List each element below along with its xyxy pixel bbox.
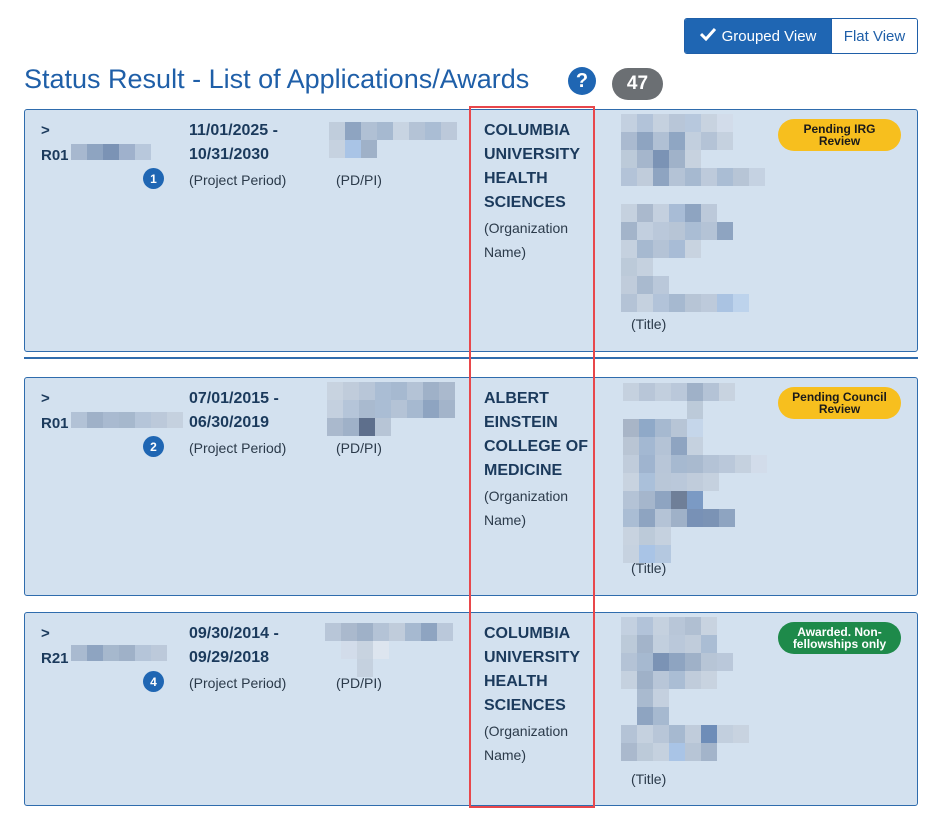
pd-pi-label: (PD/PI)	[336, 172, 382, 188]
redacted-grant-suffix	[71, 144, 151, 160]
flat-view-button[interactable]: Flat View	[831, 19, 917, 53]
result-count-badge: 47	[612, 68, 663, 100]
redacted-pd-pi	[329, 122, 457, 158]
application-card: > R21 4 09/30/2014 - 09/29/2018 (Project…	[24, 612, 918, 806]
project-start-date: 09/30/2014 -	[189, 625, 279, 642]
redacted-grant-suffix	[71, 412, 183, 428]
redacted-title	[623, 383, 767, 563]
project-period-label: (Project Period)	[189, 675, 287, 691]
expand-chevron-icon[interactable]: >	[41, 390, 50, 407]
redacted-pd-pi	[325, 623, 453, 677]
checkmark-icon	[699, 27, 716, 45]
grouped-view-label: Grouped View	[721, 27, 817, 45]
redacted-title	[621, 114, 765, 312]
page-title: Status Result - List of Applications/Awa…	[24, 64, 530, 94]
application-card: > R01 2 07/01/2015 - 06/30/2019 (Project…	[24, 377, 918, 596]
grant-number[interactable]: R01	[41, 415, 69, 432]
project-start-date: 11/01/2025 -	[189, 122, 278, 139]
view-toggle: Grouped View Flat View	[684, 18, 918, 54]
record-number-badge: 2	[143, 436, 164, 457]
expand-chevron-icon[interactable]: >	[41, 625, 50, 642]
project-end-date: 06/30/2019	[189, 414, 270, 431]
redacted-title	[621, 617, 765, 761]
grant-number[interactable]: R01	[41, 147, 69, 164]
status-badge: Pending Council Review	[778, 387, 901, 419]
status-badge: Awarded. Non-fellowships only	[778, 622, 901, 654]
help-icon[interactable]: ?	[568, 67, 596, 95]
record-number-badge: 4	[143, 671, 164, 692]
organization-name: COLUMBIA UNIVERSITY HEALTH SCIENCES	[484, 122, 580, 211]
application-card: > R01 1 11/01/2025 - 10/31/2030 (Project…	[24, 109, 918, 352]
project-period-label: (Project Period)	[189, 440, 287, 456]
organization-name: COLUMBIA UNIVERSITY HEALTH SCIENCES	[484, 625, 580, 714]
project-end-date: 10/31/2030	[189, 146, 270, 163]
organization-name-label: (Organization Name)	[484, 723, 569, 763]
organization-name-label: (Organization Name)	[484, 220, 569, 260]
flat-view-label: Flat View	[843, 27, 906, 45]
title-label: (Title)	[631, 316, 667, 332]
grouped-view-button[interactable]: Grouped View	[685, 19, 831, 53]
organization-name: ALBERT EINSTEIN COLLEGE OF MEDICINE	[484, 390, 588, 479]
project-start-date: 07/01/2015 -	[189, 390, 279, 407]
expand-chevron-icon[interactable]: >	[41, 122, 50, 139]
redacted-grant-suffix	[71, 645, 167, 661]
redacted-pd-pi	[327, 382, 455, 436]
record-number-badge: 1	[143, 168, 164, 189]
grant-number[interactable]: R21	[41, 650, 69, 667]
project-period-label: (Project Period)	[189, 172, 287, 188]
pd-pi-label: (PD/PI)	[336, 675, 382, 691]
organization-name-label: (Organization Name)	[484, 488, 569, 528]
status-badge: Pending IRG Review	[778, 119, 901, 151]
pd-pi-label: (PD/PI)	[336, 440, 382, 456]
title-label: (Title)	[631, 560, 667, 576]
group-divider	[24, 357, 918, 359]
title-label: (Title)	[631, 771, 667, 787]
project-end-date: 09/29/2018	[189, 649, 270, 666]
